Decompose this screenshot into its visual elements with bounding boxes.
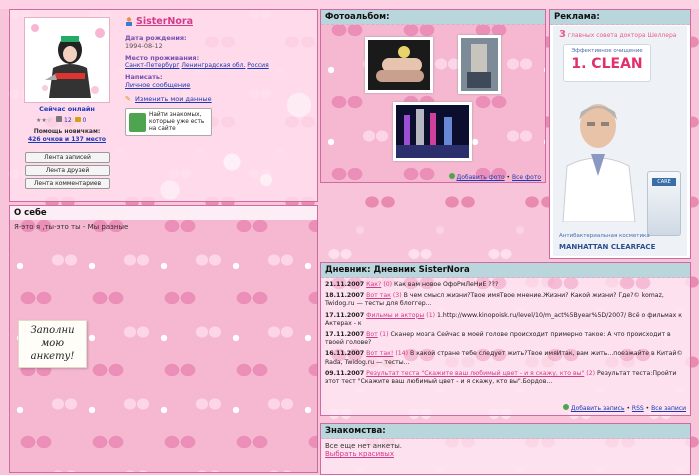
diary-entry: 17.11.2007 Вот (1) Сканер мозга Сейчас в… bbox=[325, 331, 671, 347]
friends-text: Все еще нет анкеты. bbox=[325, 442, 403, 450]
diary-entry: 21.11.2007 Как? (0) Как вам новое ОфоРмЛ… bbox=[325, 281, 499, 288]
ad-title: Реклама: bbox=[550, 10, 690, 25]
diary-category[interactable]: Вот так bbox=[366, 292, 391, 299]
feed-comments-button[interactable]: Лента комментариев bbox=[25, 178, 110, 189]
diary-entry: 17.11.2007 Фильмы и акторы (1) 1.http://… bbox=[325, 311, 682, 327]
photo-thumb-2[interactable] bbox=[458, 35, 501, 94]
clean-label: 1. CLEAN bbox=[571, 56, 643, 72]
write-label: Написать: bbox=[125, 73, 163, 81]
diary-title: Дневник: Дневник SisterNora bbox=[321, 263, 690, 278]
private-message-link[interactable]: Личное сообщение bbox=[125, 81, 190, 89]
add-photo-icon bbox=[448, 173, 455, 179]
ad-banner[interactable]: 3 главных совета доктора Шеллера Эффекти… bbox=[553, 26, 687, 256]
add-entry-icon bbox=[562, 404, 569, 410]
star-empty-icon: ☆ bbox=[46, 117, 53, 124]
photo-thumb-3[interactable] bbox=[393, 102, 472, 161]
friends-count: 12 bbox=[64, 117, 72, 124]
diary-entry-text[interactable]: Как вам новое ОфоРмЛеНиЕ ??? bbox=[394, 281, 498, 288]
friends-title: Знакомства: bbox=[321, 424, 690, 439]
edit-icon: ✎ bbox=[125, 95, 131, 103]
clean-box: Эффективное очищение 1. CLEAN bbox=[563, 44, 651, 82]
friends-link[interactable]: Выбрать красивых bbox=[321, 450, 690, 458]
comment-count: 0 bbox=[82, 117, 87, 124]
feed-buttons: Лента записей Лента друзей Лента коммент… bbox=[16, 150, 116, 189]
location-label: Место проживания: bbox=[125, 54, 200, 62]
location-city[interactable]: Санкт-Петербург bbox=[125, 62, 179, 69]
diary-entry: 16.11.2007 Вот так! (14) В какой стране … bbox=[325, 350, 683, 366]
friends-panel: Знакомства: Все еще нет анкеты. Выбрать … bbox=[320, 423, 691, 475]
all-entries-link[interactable]: Все записи bbox=[651, 405, 686, 412]
profile-name[interactable]: SisterNora bbox=[136, 16, 193, 27]
location-region[interactable]: Ленинградская обл. bbox=[181, 62, 245, 69]
user-icon bbox=[125, 17, 133, 26]
friends-icon bbox=[56, 116, 63, 122]
location-value: Санкт-Петербург Ленинградская обл. Росси… bbox=[125, 62, 269, 69]
diary-category[interactable]: Фильмы и акторы bbox=[366, 312, 424, 319]
rss-link[interactable]: RSS bbox=[632, 405, 644, 412]
fill-form-sticker[interactable]: Заполни мою анкету! bbox=[18, 320, 87, 368]
feed-posts-button[interactable]: Лента записей bbox=[25, 152, 110, 163]
star-icon: ★★ bbox=[36, 117, 47, 124]
about-panel: О себе Я-это я ,ты-это ты - Мы разные За… bbox=[9, 205, 318, 473]
dob-label: Дата рождения: bbox=[125, 34, 187, 42]
photo-title: Фотоальбом: bbox=[321, 10, 545, 25]
diary-category[interactable]: Вот bbox=[366, 331, 378, 338]
find-friends-button[interactable]: Найти знакомых, которые уже есть на сайт… bbox=[125, 108, 212, 136]
ad-bottom-text: Антибактериальная косметика bbox=[559, 233, 650, 239]
find-friends-text: Найти знакомых, которые уже есть на сайт… bbox=[149, 112, 205, 132]
diary-entry: 09.11.2007 Результат теста "Скажите ваш … bbox=[325, 369, 677, 386]
diary-category[interactable]: Вот так! bbox=[366, 350, 393, 357]
photo-panel: Фотоальбом: Добавить фото • Все фото bbox=[320, 9, 546, 183]
diary-footer: Добавить запись • RSS • Все записи bbox=[562, 404, 686, 412]
photo-separator: • bbox=[506, 174, 511, 181]
top-strip bbox=[0, 0, 699, 9]
photo-footer: Добавить фото • Все фото bbox=[448, 173, 541, 181]
clean-subtitle: Эффективное очищение bbox=[571, 48, 643, 54]
people-icon bbox=[129, 113, 146, 132]
fill-form-text: Заполни мою анкету! bbox=[30, 325, 75, 362]
all-photos-link[interactable]: Все фото bbox=[512, 174, 541, 181]
add-entry-link[interactable]: Добавить запись bbox=[571, 405, 625, 412]
location-country[interactable]: Россия bbox=[247, 62, 268, 69]
profile-panel: Сейчас онлайн ★★☆ 12 0 Помощь новичкам: … bbox=[9, 9, 318, 202]
ad-headline: 3 главных совета доктора Шеллера bbox=[559, 29, 677, 40]
help-score-link[interactable]: 426 очков и 137 место bbox=[10, 136, 124, 143]
avatar[interactable] bbox=[24, 17, 110, 103]
add-photo-link[interactable]: Добавить фото bbox=[457, 174, 505, 181]
online-status: Сейчас онлайн bbox=[39, 105, 95, 113]
about-title: О себе bbox=[10, 206, 317, 220]
comment-icon bbox=[74, 117, 81, 122]
feed-friends-button[interactable]: Лента друзей bbox=[25, 165, 110, 176]
diary-panel: Дневник: Дневник SisterNora 21.11.2007 К… bbox=[320, 262, 691, 416]
doctor-image bbox=[553, 96, 643, 223]
diary-category[interactable]: Как? bbox=[366, 281, 381, 288]
diary-category[interactable]: Результат теста "Скажите ваш любимый цве… bbox=[366, 370, 584, 377]
ad-brand: MANHATTAN CLEARFACE bbox=[559, 243, 656, 251]
ad-panel: Реклама: 3 главных совета доктора Шеллер… bbox=[549, 9, 691, 259]
about-text: Я-это я ,ты-это ты - Мы разные bbox=[14, 223, 129, 231]
photo-thumb-1[interactable] bbox=[365, 37, 433, 93]
diary-entry: 18.11.2007 Вот так (3) В чем смысл жизни… bbox=[325, 292, 664, 308]
help-label: Помощь новичкам: bbox=[33, 128, 101, 135]
diary-entries: 21.11.2007 Как? (0) Как вам новое ОфоРмЛ… bbox=[321, 278, 690, 386]
dob-value: 1994-08-12 bbox=[125, 42, 163, 50]
rating-row: ★★☆ 12 0 bbox=[36, 116, 126, 125]
edit-profile-link[interactable]: Изменить мои данные bbox=[135, 95, 212, 103]
care-bottle: CARE bbox=[647, 171, 681, 236]
